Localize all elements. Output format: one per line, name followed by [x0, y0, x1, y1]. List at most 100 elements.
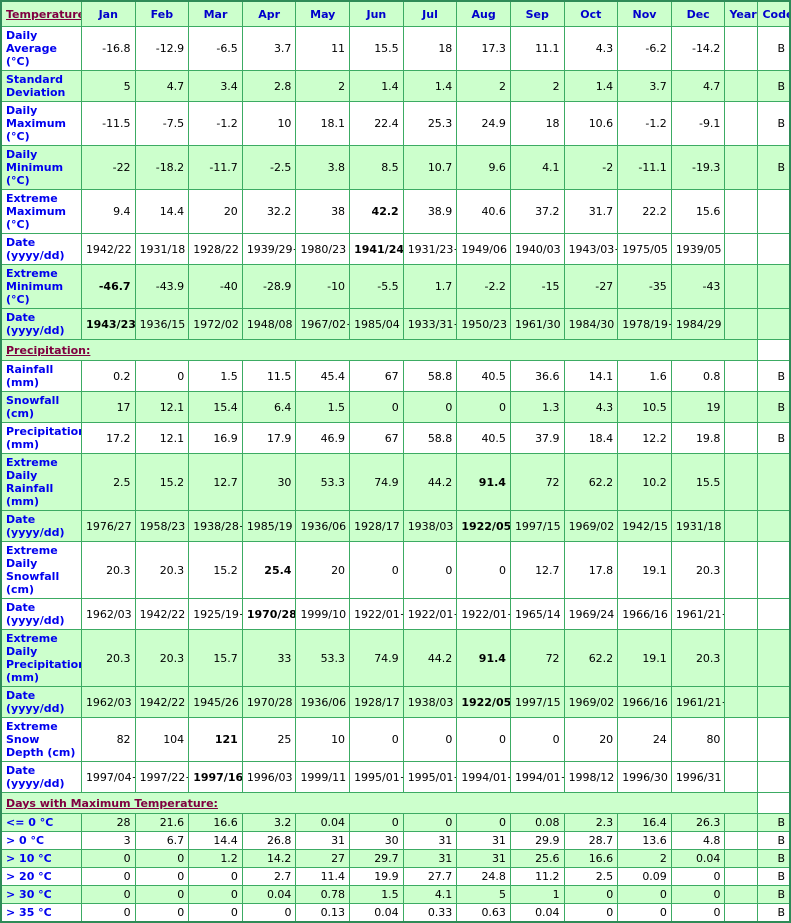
- cell-value: 14.4: [134, 189, 190, 234]
- cell-value: 1994/01+: [509, 761, 565, 793]
- cell-value: 12.7: [188, 453, 243, 511]
- cell-value: 18: [509, 101, 565, 146]
- cell-value: -43.9: [134, 264, 190, 309]
- row-label: Daily Average (°C): [0, 26, 82, 71]
- cell-value: 17.2: [80, 422, 136, 454]
- table-row: > 20 °C 0 0 0 2.7 11.4 19.9 27.7 24.8 11.2 2.5 0.09…: [0, 867, 791, 886]
- cell-value: 0.04: [295, 813, 351, 832]
- table-row: <= 0 °C 28 21.6 16.6 3.2 0.04 0 0 0 0.08 2.3 16.4 26…: [0, 813, 791, 832]
- cell-value: 11.2: [509, 867, 565, 886]
- cell-value: 1969/02: [563, 686, 619, 718]
- cell-value: 1997/04+: [80, 761, 136, 793]
- cell-value: 1.5: [349, 885, 404, 904]
- cell-value: 19.1: [617, 541, 672, 599]
- cell-code: B: [757, 813, 791, 832]
- cell-value: 1985/04: [349, 308, 404, 340]
- table-row: Date (yyyy/dd)1997/04+1997/22+1997/16+19…: [0, 761, 791, 793]
- cell-value: 1922/01+: [349, 598, 404, 630]
- table-row: Date (yyyy/dd)1962/031942/221925/19+1970…: [0, 598, 791, 630]
- row-label: > 30 °C: [0, 885, 82, 904]
- header-month-apr: Apr: [241, 0, 297, 27]
- cell-value: 0.04: [670, 849, 726, 868]
- cell-value: 1.5: [295, 391, 351, 423]
- cell-value: 10.5: [617, 391, 672, 423]
- cell-value: 3.8: [295, 145, 351, 190]
- cell-value: 19: [670, 391, 726, 423]
- table-row: Standard Deviation 5 4.7 3.4 2.8 2 1.4 1.4 2 2 1.4…: [0, 70, 791, 102]
- cell-value: 15.4: [188, 391, 243, 423]
- cell-value: 3.7: [617, 70, 672, 102]
- cell-value: 1995/01+: [402, 761, 458, 793]
- cell-code: B: [757, 101, 791, 146]
- cell-value: 72: [509, 629, 565, 687]
- cell-year: [724, 360, 759, 392]
- cell-value: 2: [617, 849, 672, 868]
- cell-value: 1998/12: [563, 761, 619, 793]
- cell-value: 0: [563, 903, 619, 923]
- header-month-sep: Sep: [509, 0, 565, 27]
- cell-value: 3.4: [188, 70, 243, 102]
- cell-value: 2: [509, 70, 565, 102]
- cell-value: 0.13: [295, 903, 351, 923]
- cell-value: -6.2: [617, 26, 672, 71]
- cell-value: 0: [670, 885, 726, 904]
- cell-value: -16.8: [80, 26, 136, 71]
- cell-value: 3.7: [241, 26, 297, 71]
- cell-value: 40.5: [456, 360, 511, 392]
- cell-value: 1931/23+: [402, 233, 458, 265]
- cell-value: -27: [563, 264, 619, 309]
- section-break-label: Precipitation:: [0, 339, 759, 361]
- cell-value: -7.5: [134, 101, 190, 146]
- cell-value: 9.4: [80, 189, 136, 234]
- row-label: > 20 °C: [0, 867, 82, 886]
- cell-value: 3: [80, 831, 136, 850]
- cell-code: [757, 541, 791, 599]
- cell-value: 1969/02: [563, 510, 619, 542]
- table-row: Snowfall (cm) 17 12.1 15.4 6.4 1.5 0 0 0 1.3 4.3 10…: [0, 391, 791, 423]
- cell-value: 1.7: [402, 264, 458, 309]
- cell-value: 1933/31+: [402, 308, 458, 340]
- cell-value: 20.3: [134, 541, 190, 599]
- cell-value: 0: [349, 391, 404, 423]
- cell-value: 1928/17: [349, 686, 404, 718]
- cell-value: 44.2: [402, 453, 458, 511]
- table-row: Daily Minimum (°C) -22 -18.2 -11.7 -2.5 3.8 8.…: [0, 145, 791, 190]
- cell-value: 1925/19+: [188, 598, 243, 630]
- cell-code: B: [757, 867, 791, 886]
- cell-value: 1936/15: [134, 308, 190, 340]
- cell-value: 29.9: [509, 831, 565, 850]
- header-month-nov: Nov: [617, 0, 672, 27]
- cell-year: [724, 717, 759, 762]
- cell-value: 58.8: [402, 360, 458, 392]
- row-label: Snowfall (cm): [0, 391, 82, 423]
- row-label: Extreme Maximum (°C): [0, 189, 82, 234]
- cell-value: 25.6: [509, 849, 565, 868]
- cell-value: 0: [670, 903, 726, 923]
- table-row: Date (yyyy/dd) 1962/03 1942/22 1945/26 1970/…: [0, 686, 791, 718]
- cell-code: B: [757, 70, 791, 102]
- cell-value: 1945/26: [188, 686, 243, 718]
- cell-value: 46.9: [295, 422, 351, 454]
- cell-year: [724, 101, 759, 146]
- cell-value: 22.2: [617, 189, 672, 234]
- cell-value: 1958/23: [134, 510, 190, 542]
- cell-value: 1999/11: [295, 761, 351, 793]
- cell-value: 1962/03: [80, 686, 136, 718]
- cell-value: 20.3: [80, 541, 136, 599]
- cell-value: 1972/02: [188, 308, 243, 340]
- row-label: Rainfall (mm): [0, 360, 82, 392]
- cell-value: -9.1: [670, 101, 726, 146]
- cell-year: [724, 813, 759, 832]
- cell-value: 2: [295, 70, 351, 102]
- header-month-dec: Dec: [670, 0, 726, 27]
- cell-value: 8.5: [349, 145, 404, 190]
- table-row: Extreme Daily Precipitation (mm) 20.3 20.3…: [0, 629, 791, 687]
- cell-value: 24.8: [456, 867, 511, 886]
- header-section-title: Temperature:: [0, 0, 82, 27]
- cell-value: 1943/23: [80, 308, 136, 340]
- row-label: Date (yyyy/dd): [0, 308, 82, 340]
- cell-value: 17.8: [563, 541, 619, 599]
- cell-value: 1922/01+: [402, 598, 458, 630]
- section-break-row: Days with Maximum Temperature:: [0, 792, 790, 814]
- cell-value: 2.8: [241, 70, 297, 102]
